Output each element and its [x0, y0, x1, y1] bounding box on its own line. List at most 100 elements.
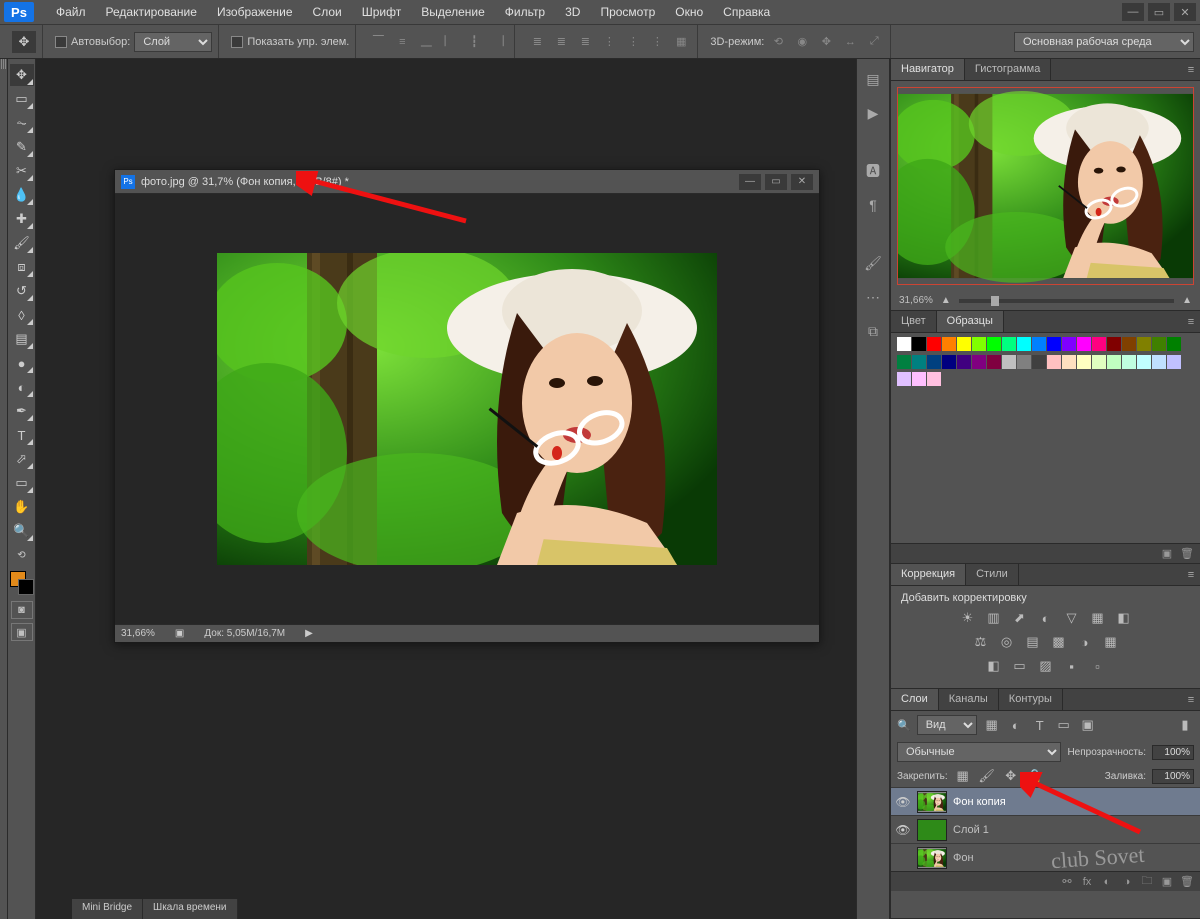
swatch[interactable] [1167, 337, 1181, 351]
menu-Слои[interactable]: Слои [303, 1, 352, 23]
layer-row[interactable]: 👁Слой 1 [891, 815, 1200, 843]
lasso-tool[interactable]: ⏦ [10, 112, 34, 134]
hand-tool[interactable]: ✋ [10, 496, 34, 518]
threshold-adjust-icon[interactable]: ◧ [985, 658, 1003, 674]
actions-panel-icon[interactable]: ▶ [863, 103, 883, 123]
layer-mask-icon[interactable]: ◐ [1100, 875, 1114, 889]
auto-align-icon[interactable]: ▦ [671, 32, 691, 52]
brightness-adjust-icon[interactable]: ☀ [959, 610, 977, 626]
dodge-tool[interactable]: ◐ [10, 376, 34, 398]
hue-adjust-icon[interactable]: ▦ [1089, 610, 1107, 626]
swatch[interactable] [987, 337, 1001, 351]
filter-smart-icon[interactable]: ▣ [1079, 717, 1097, 733]
swatch[interactable] [972, 337, 986, 351]
brush-tool[interactable]: 🖌 [10, 232, 34, 254]
dock-strip-left[interactable] [0, 59, 8, 919]
align-vmid-icon[interactable]: ≡ [392, 32, 412, 52]
history-panel-icon[interactable]: ▤ [863, 69, 883, 89]
3d-scale-icon[interactable]: ⤢ [864, 32, 884, 52]
lookup-adjust-icon[interactable]: ▩ [1050, 634, 1068, 650]
color-switch-icon[interactable]: ⟲ [10, 544, 34, 566]
pen-tool[interactable]: ✒ [10, 400, 34, 422]
layers-tab[interactable]: Слои [891, 689, 939, 710]
3d-slide-icon[interactable]: ↔ [840, 32, 860, 52]
lock-pos-icon[interactable]: ✥ [1002, 768, 1020, 784]
more-adjust-icon[interactable]: ▪ [1063, 658, 1081, 674]
dist-top-icon[interactable]: ≣ [527, 32, 547, 52]
history-brush-tool[interactable]: ↺ [10, 280, 34, 302]
swatch[interactable] [972, 355, 986, 369]
new-swatch-icon[interactable]: ▣ [1160, 547, 1174, 561]
clone-panel-icon[interactable]: ⧉ [863, 321, 883, 341]
doc-close-button[interactable]: ✕ [791, 174, 813, 190]
swatch[interactable] [1002, 355, 1016, 369]
marquee-tool[interactable]: ▭ [10, 88, 34, 110]
eraser-tool[interactable]: ◊ [10, 304, 34, 326]
swatches-grid[interactable] [891, 333, 1200, 393]
fill-field[interactable] [1152, 769, 1194, 784]
swatch[interactable] [1122, 355, 1136, 369]
exposure-adjust-icon[interactable]: ◐ [1037, 610, 1055, 626]
swatch[interactable] [1047, 337, 1061, 351]
filter-shape-icon[interactable]: ▭ [1055, 717, 1073, 733]
levels-adjust-icon[interactable]: ▥ [985, 610, 1003, 626]
swatch[interactable] [1032, 355, 1046, 369]
paragraph-panel-icon[interactable]: ¶ [863, 195, 883, 215]
swatch[interactable] [897, 337, 911, 351]
new-fill-icon[interactable]: ◑ [1120, 875, 1134, 889]
invert-adjust-icon[interactable]: ◑ [1076, 634, 1094, 650]
eyedropper-tool[interactable]: 💧 [10, 184, 34, 206]
menu-Выделение[interactable]: Выделение [411, 1, 495, 23]
swatch[interactable] [1107, 337, 1121, 351]
doc-minimize-button[interactable]: — [739, 174, 761, 190]
layer-row[interactable]: 👁Фон копия [891, 787, 1200, 815]
dist-right-icon[interactable]: ⋮ [647, 32, 667, 52]
blend-mode-select[interactable]: Обычные [897, 742, 1061, 762]
layer-thumbnail[interactable] [917, 791, 947, 813]
swatch[interactable] [912, 372, 926, 386]
autoselect-target[interactable]: Слой [134, 32, 212, 52]
shape-tool[interactable]: ▭ [10, 472, 34, 494]
move-tool[interactable]: ✥ [10, 64, 34, 86]
move-tool-indicator[interactable]: ✥ [12, 31, 36, 53]
vibrance-adjust-icon[interactable]: ▽ [1063, 610, 1081, 626]
swatch[interactable] [1167, 355, 1181, 369]
delete-layer-icon[interactable]: 🗑 [1180, 875, 1194, 889]
status-doc-size[interactable]: Док: 5,05M/16,7M [204, 628, 285, 639]
opacity-field[interactable] [1152, 745, 1194, 760]
selcolor-adjust-icon[interactable]: ▨ [1037, 658, 1055, 674]
swatch[interactable] [1077, 337, 1091, 351]
dist-left-icon[interactable]: ⋮ [599, 32, 619, 52]
layer-row[interactable]: Фон [891, 843, 1200, 871]
blur-tool[interactable]: ● [10, 352, 34, 374]
swatch[interactable] [1122, 337, 1136, 351]
character-panel-icon[interactable]: 🅰 [863, 161, 883, 181]
background-color[interactable] [18, 579, 34, 595]
dist-hmid-icon[interactable]: ⋮ [623, 32, 643, 52]
align-bottom-icon[interactable]: ⎽ [416, 32, 436, 52]
swatch[interactable] [912, 355, 926, 369]
swatch[interactable] [1092, 355, 1106, 369]
layer-name-label[interactable]: Фон копия [953, 796, 1006, 808]
screenmode-toggle[interactable]: ▣ [11, 623, 33, 641]
filter-type-icon[interactable]: T [1031, 717, 1049, 733]
navigator-panel-menu[interactable]: ≡ [1182, 59, 1200, 80]
status-zoom[interactable]: 31,66% [121, 628, 155, 639]
path-select-tool[interactable]: ⬀ [10, 448, 34, 470]
swatch[interactable] [1077, 355, 1091, 369]
align-top-icon[interactable]: ⎺ [368, 32, 388, 52]
swatch[interactable] [1152, 337, 1166, 351]
filter-adjust-icon[interactable]: ◐ [1007, 717, 1025, 733]
dist-bottom-icon[interactable]: ≣ [575, 32, 595, 52]
swatch[interactable] [987, 355, 1001, 369]
swatch[interactable] [1062, 337, 1076, 351]
chanmix-adjust-icon[interactable]: ▤ [1024, 634, 1042, 650]
quick-select-tool[interactable]: ✎ [10, 136, 34, 158]
lock-trans-icon[interactable]: ▦ [954, 768, 972, 784]
3d-pan-icon[interactable]: ✥ [816, 32, 836, 52]
swatch[interactable] [942, 355, 956, 369]
swatch[interactable] [1032, 337, 1046, 351]
document-window[interactable]: Ps фото.jpg @ 31,7% (Фон копия, RGB/8#) … [114, 169, 820, 643]
maximize-button[interactable]: ▭ [1148, 3, 1170, 21]
new-layer-icon[interactable]: ▣ [1160, 875, 1174, 889]
